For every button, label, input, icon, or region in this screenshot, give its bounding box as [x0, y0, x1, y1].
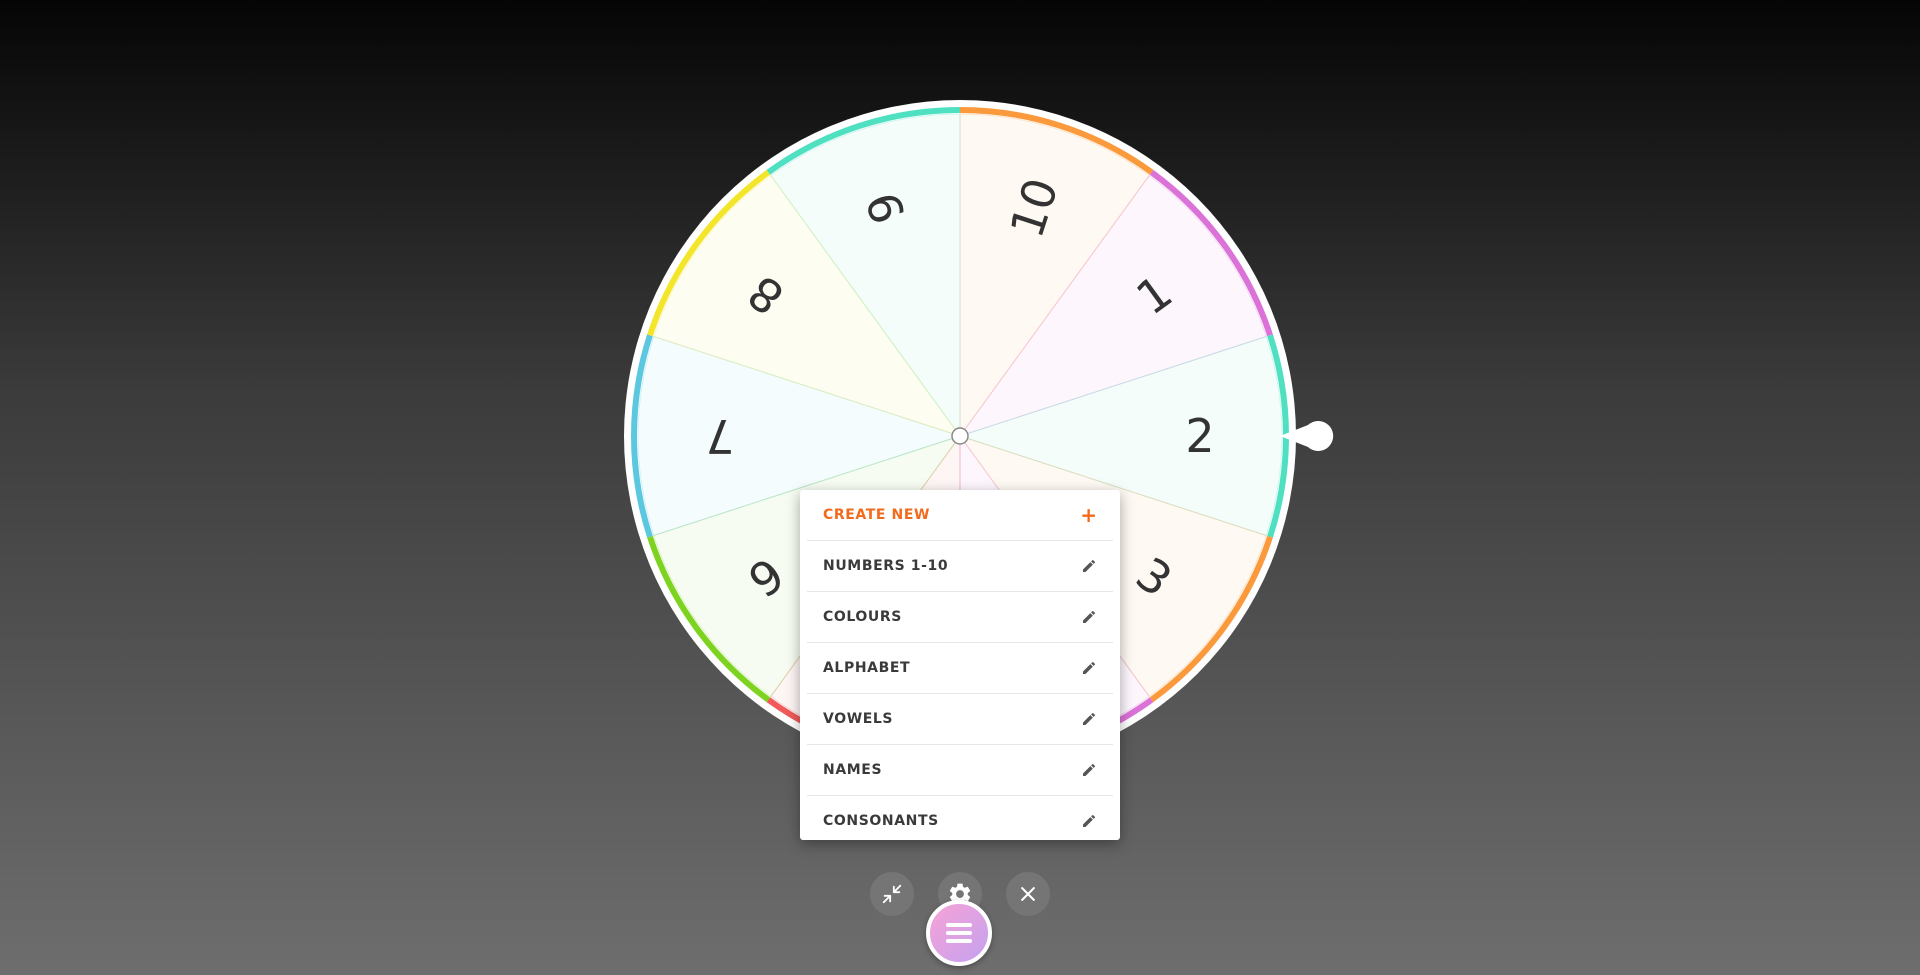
menu-item-alphabet[interactable]: ALPHABET [807, 643, 1113, 694]
fullscreen-exit-button[interactable] [870, 872, 914, 916]
plus-icon: + [1080, 503, 1097, 527]
menu-item-consonants[interactable]: CONSONANTS [807, 796, 1113, 846]
close-icon [1021, 887, 1035, 901]
wheel-segment-label: 2 [1185, 409, 1214, 463]
hamburger-icon [946, 923, 972, 943]
pencil-icon[interactable] [1081, 813, 1097, 829]
create-new-label: CREATE NEW [823, 507, 931, 523]
menu-toggle-button[interactable] [926, 900, 992, 966]
menu-item-label: CONSONANTS [823, 813, 939, 829]
wheel-list-menu: CREATE NEW + NUMBERS 1-10 COLOURS ALPHAB… [800, 490, 1120, 840]
menu-item-names[interactable]: NAMES [807, 745, 1113, 796]
pencil-icon[interactable] [1081, 762, 1097, 778]
menu-item-label: NAMES [823, 762, 883, 778]
pencil-icon[interactable] [1081, 711, 1097, 727]
compress-icon [882, 884, 902, 904]
pencil-icon[interactable] [1081, 558, 1097, 574]
menu-item-label: VOWELS [823, 711, 894, 727]
pencil-icon[interactable] [1081, 660, 1097, 676]
menu-item-label: ALPHABET [823, 660, 911, 676]
menu-item-vowels[interactable]: VOWELS [807, 694, 1113, 745]
wheel-segment-label: 7 [705, 409, 734, 463]
menu-item-label: NUMBERS 1-10 [823, 558, 949, 574]
pencil-icon[interactable] [1081, 609, 1097, 625]
menu-item-numbers[interactable]: NUMBERS 1-10 [807, 541, 1113, 592]
menu-item-label: COLOURS [823, 609, 902, 625]
menu-item-colours[interactable]: COLOURS [807, 592, 1113, 643]
create-new-button[interactable]: CREATE NEW + [807, 490, 1113, 541]
wheel-hub [951, 427, 969, 445]
close-button[interactable] [1006, 872, 1050, 916]
